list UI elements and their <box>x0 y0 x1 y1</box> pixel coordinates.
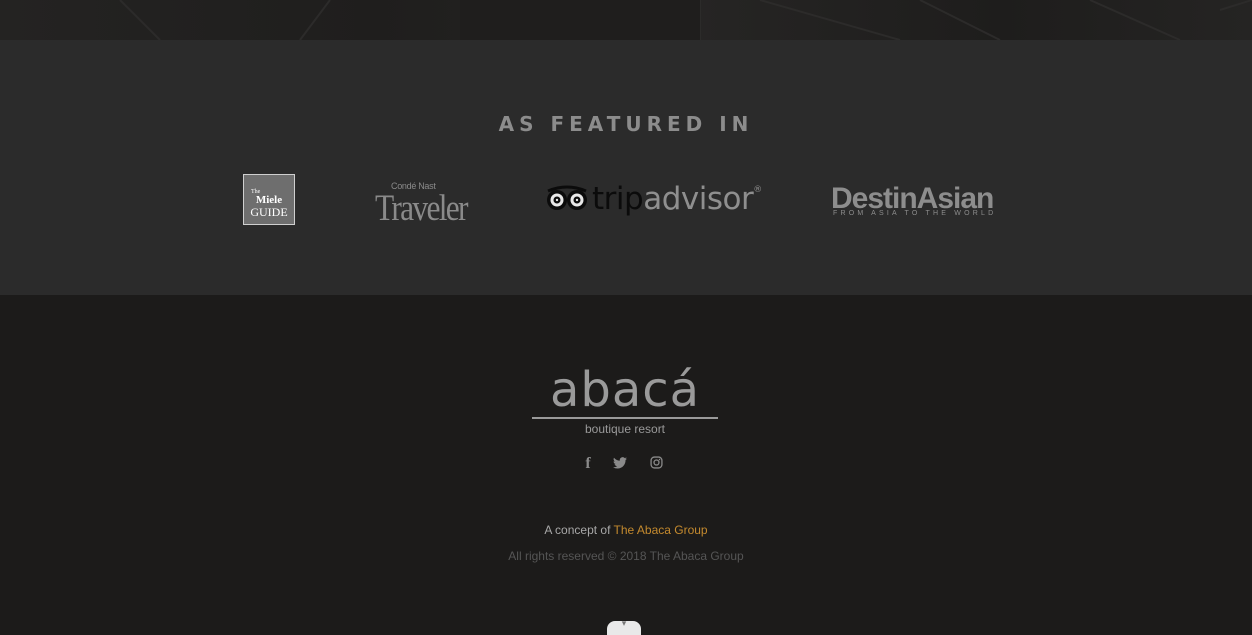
abaca-group-link[interactable]: The Abaca Group <box>614 523 708 537</box>
brand-name: abacá <box>549 362 701 418</box>
featured-section: AS FEATURED IN The Miele GUIDE Condé Nas… <box>0 40 1252 295</box>
featured-heading: AS FEATURED IN <box>498 112 754 136</box>
facebook-icon[interactable]: f <box>579 455 597 473</box>
concept-prefix: A concept of <box>544 523 611 537</box>
brand-underline <box>532 417 718 419</box>
hero-image-bottom-edge <box>0 0 1252 40</box>
instagram-icon[interactable] <box>647 455 665 473</box>
copyright-text: All rights reserved © 2018 The Abaca Gro… <box>508 549 744 563</box>
conde-nast-traveler-logo[interactable]: Condé Nast Traveler <box>374 179 470 229</box>
miele-guide-logo[interactable]: The Miele GUIDE <box>243 174 295 225</box>
concept-line: A concept of The Abaca Group <box>0 523 1252 537</box>
instagram-camera-icon <box>649 456 663 469</box>
tripadvisor-owl-icon <box>547 185 587 210</box>
twitter-bird-icon <box>613 457 627 469</box>
tripadvisor-advisor-text: advisor <box>643 181 754 217</box>
destinasian-logo[interactable]: DestinAsian FROM ASIA TO THE WORLD <box>831 182 1011 220</box>
scroll-toggle-button[interactable]: ▾ <box>607 618 641 635</box>
tripadvisor-trip-text: trip <box>592 181 644 217</box>
destinasian-tagline-text: FROM ASIA TO THE WORLD <box>833 210 997 217</box>
tripadvisor-reg-mark: ® <box>753 185 762 195</box>
tripadvisor-wordmark: tripadvisor® <box>592 181 762 217</box>
miele-guide-text: GUIDE <box>250 205 288 219</box>
traveler-name-text: Traveler <box>375 188 468 229</box>
tripadvisor-logo[interactable]: tripadvisor® <box>546 181 762 219</box>
chevron-down-icon: ▾ <box>621 618 627 628</box>
brand-subtitle: boutique resort <box>584 422 666 436</box>
hero-pattern <box>119 0 1252 40</box>
twitter-icon[interactable] <box>611 455 629 473</box>
